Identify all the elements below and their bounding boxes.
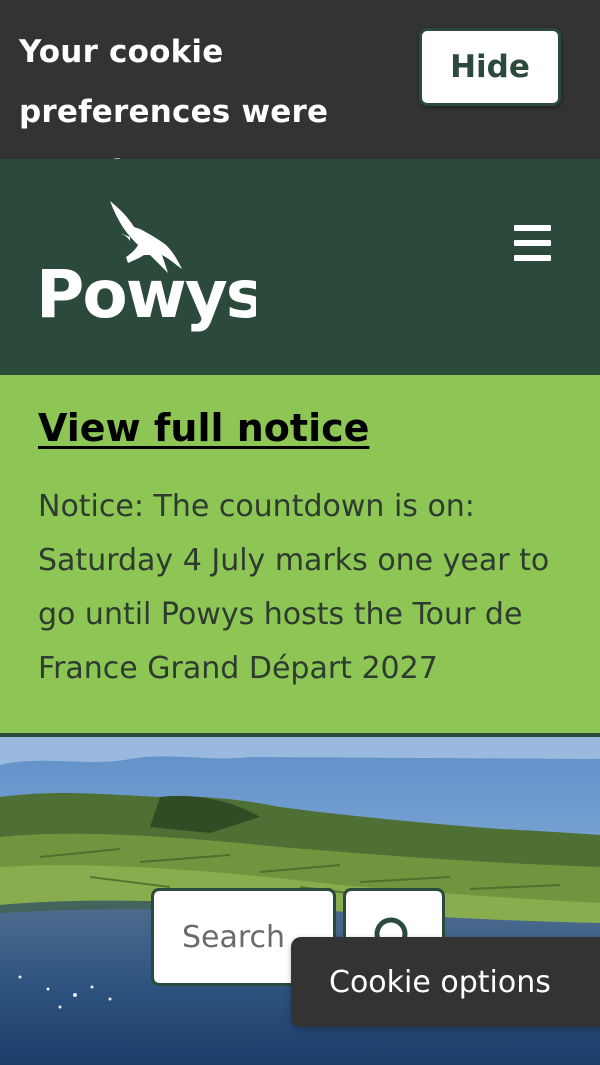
view-full-notice-link[interactable]: View full notice [38,400,369,456]
site-header: Powys [0,159,600,375]
powys-logo-image: Powys [36,201,265,333]
powys-logo[interactable]: Powys [36,197,265,337]
powys-logo-text: Powys [36,256,256,333]
hamburger-menu-icon[interactable] [512,225,552,265]
notice-text: Notice: The countdown is on: Saturday 4 … [38,489,550,686]
cookie-banner: Your cookie preferences were saved Hide [0,0,600,190]
cookie-options-button[interactable]: Cookie options [291,937,600,1027]
hide-cookie-banner-button[interactable]: Hide [419,28,561,106]
